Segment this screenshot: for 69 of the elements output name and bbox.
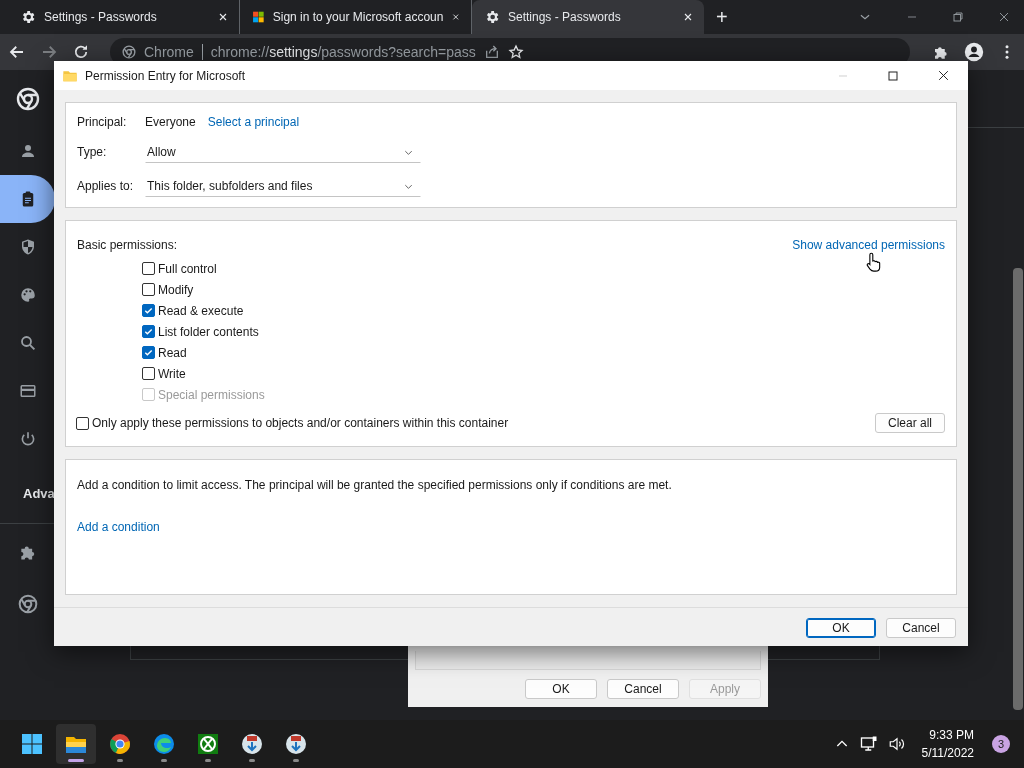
close-icon[interactable] <box>682 11 694 23</box>
xbox-icon <box>196 732 220 756</box>
checkbox[interactable] <box>142 283 155 296</box>
checkbox[interactable] <box>142 262 155 275</box>
condition-description: Add a condition to limit access. The principal will be granted the specified permissions only if conditions are met. <box>77 478 673 492</box>
add-condition-link[interactable]: Add a condition <box>77 520 160 534</box>
star-icon[interactable] <box>507 44 524 60</box>
restore-icon[interactable] <box>952 11 964 23</box>
show-advanced-link[interactable]: Show advanced permissions <box>792 238 945 252</box>
avatar-icon[interactable] <box>964 42 984 62</box>
installer-icon <box>284 732 308 756</box>
back-arrow-icon[interactable] <box>8 43 26 61</box>
dialog-button[interactable]: Cancel <box>607 679 679 699</box>
nav-item[interactable] <box>0 175 55 223</box>
scrollbar[interactable] <box>1013 268 1023 710</box>
checkbox-label: Write <box>158 366 186 381</box>
checkbox-label: List folder contents <box>158 324 259 339</box>
checkbox-label: Full control <box>158 261 217 276</box>
check-icon <box>143 347 154 358</box>
installer-icon <box>240 732 264 756</box>
close-icon[interactable] <box>451 11 461 23</box>
checkbox-label: Read & execute <box>158 303 244 318</box>
clock[interactable]: 9:33 PM 5/11/2022 <box>921 728 974 760</box>
dialog-button[interactable]: OK <box>525 679 597 699</box>
checkbox-label: Read <box>158 345 187 360</box>
principal-name: Everyone <box>145 115 196 129</box>
taskbar-app[interactable] <box>56 724 96 764</box>
checkbox[interactable] <box>76 416 89 430</box>
search-icon <box>18 334 37 352</box>
clear-all-button[interactable]: Clear all <box>875 413 945 433</box>
new-tab-button[interactable]: + <box>704 0 740 34</box>
check-icon <box>143 326 154 337</box>
select-principal-link[interactable]: Select a principal <box>207 115 300 129</box>
checkbox[interactable] <box>142 367 155 380</box>
forward-arrow-icon[interactable] <box>40 43 58 61</box>
speaker-icon[interactable] <box>887 735 906 753</box>
checkbox[interactable] <box>142 346 155 359</box>
checkbox-label: Modify <box>158 282 194 297</box>
share-icon[interactable] <box>483 44 500 60</box>
chrome-logo-icon <box>122 45 136 59</box>
gear-icon <box>484 9 500 25</box>
close-icon[interactable] <box>937 69 950 82</box>
start-icon <box>20 732 44 756</box>
section-label: Basic permissions: <box>77 238 178 252</box>
checkbox[interactable] <box>142 304 155 317</box>
field-label: Applies to: <box>77 179 135 193</box>
close-icon[interactable] <box>217 11 229 23</box>
chrome-logo-icon <box>17 594 38 614</box>
maximize-icon[interactable] <box>887 69 899 82</box>
windows-logo-icon <box>252 9 265 25</box>
browser-icon <box>152 732 176 756</box>
browser-tab[interactable]: Settings - Passwords <box>472 0 704 34</box>
checkbox-label: Special permissions <box>158 387 265 402</box>
checkbox[interactable] <box>142 325 155 338</box>
gear-icon <box>20 9 36 25</box>
field-label: Type: <box>77 145 108 159</box>
card-icon <box>18 382 37 400</box>
reload-icon[interactable] <box>72 43 90 61</box>
chrome-logo-icon <box>15 86 40 111</box>
check-icon <box>143 305 154 316</box>
checkbox-label: Only apply these permissions to objects and/or containers within this container <box>92 416 509 430</box>
dialog-button[interactable]: Cancel <box>886 618 956 638</box>
network-icon[interactable] <box>859 735 878 753</box>
notification-badge[interactable]: 3 <box>992 735 1010 753</box>
dialog-button[interactable]: OK <box>806 618 876 638</box>
window-title: Permission Entry for Microsoft <box>85 68 247 83</box>
palette-icon <box>18 286 37 304</box>
browser-icon <box>108 732 132 756</box>
field-label: Principal: <box>77 115 128 129</box>
